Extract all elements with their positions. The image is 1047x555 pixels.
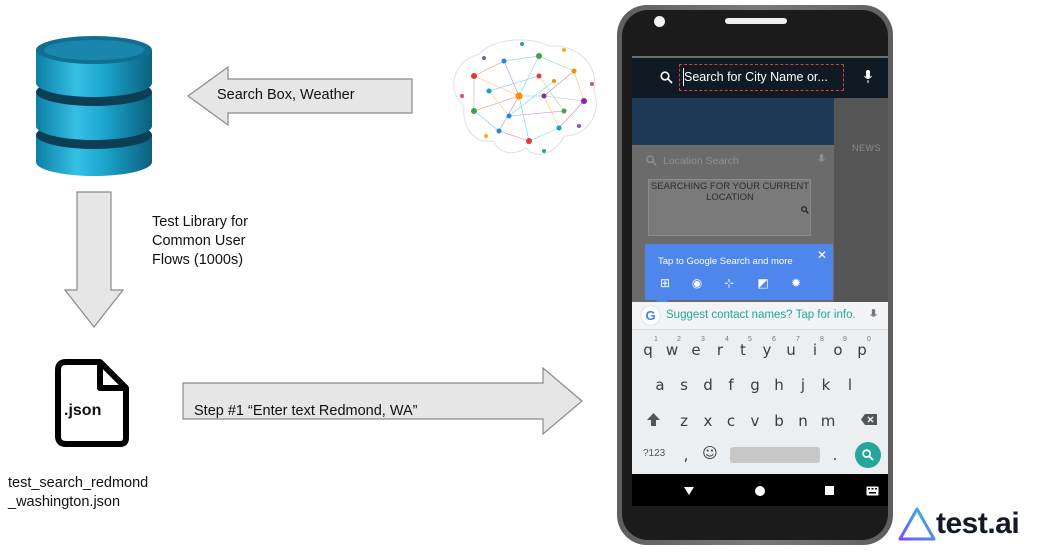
database-icon xyxy=(36,36,152,176)
json-filename-line-2: _washington.json xyxy=(8,494,121,510)
arrow-right-shape xyxy=(182,366,583,436)
json-filename-line-1: test_search_redmond xyxy=(8,475,149,491)
shift-icon[interactable] xyxy=(646,412,661,427)
symbols-key[interactable]: ?123 xyxy=(643,448,665,459)
key-s[interactable]: s xyxy=(674,376,694,394)
backspace-icon[interactable] xyxy=(860,413,878,426)
testai-brand-name: test.ai xyxy=(936,507,1020,540)
screenshot-select-icon[interactable]: ◩ xyxy=(756,276,770,290)
app-side-panel xyxy=(834,98,888,308)
key-comma[interactable]: , xyxy=(676,446,696,464)
location-mic-icon xyxy=(818,154,825,162)
home-icon[interactable] xyxy=(755,486,765,496)
emoji-icon[interactable]: ☺ xyxy=(700,444,720,462)
target-highlight-box xyxy=(679,64,844,91)
front-camera xyxy=(654,16,665,27)
key-d[interactable]: d xyxy=(698,376,718,394)
key-w[interactable]: w xyxy=(662,341,682,359)
searching-location-text: SEARCHING FOR YOUR CURRENT LOCATION xyxy=(650,181,810,203)
palette-icon[interactable]: ◉ xyxy=(690,276,704,290)
location-search-icon xyxy=(646,155,657,166)
key-l[interactable]: l xyxy=(840,376,860,394)
step-label: Step #1 “Enter text Redmond, WA” xyxy=(194,403,418,419)
search-icon[interactable] xyxy=(660,71,673,84)
recents-icon[interactable] xyxy=(825,486,834,495)
key-i[interactable]: i xyxy=(805,341,825,359)
key-g[interactable]: g xyxy=(745,376,765,394)
json-file-ext-label: .json xyxy=(64,402,102,419)
news-tab-label: NEWS xyxy=(852,143,881,153)
translate-icon[interactable]: ⊞ xyxy=(658,276,672,290)
key-a[interactable]: a xyxy=(650,376,670,394)
gear-icon[interactable]: ✹ xyxy=(789,276,803,290)
key-j[interactable]: j xyxy=(793,376,813,394)
earpiece-speaker xyxy=(725,18,787,24)
key-q[interactable]: q xyxy=(638,341,658,359)
testai-logo-icon xyxy=(898,507,936,541)
text-cursor-icon[interactable]: ⊹ xyxy=(722,276,736,290)
close-icon[interactable]: ✕ xyxy=(817,248,827,262)
brain-network-icon xyxy=(453,39,597,155)
app-header-band xyxy=(632,98,834,145)
test-library-label: Test Library for Common User Flows (1000… xyxy=(152,213,248,270)
key-period[interactable]: . xyxy=(825,446,845,464)
key-t[interactable]: t xyxy=(733,341,753,359)
go-search-icon xyxy=(862,449,874,461)
space-key[interactable] xyxy=(730,447,820,463)
keyboard-switch-icon[interactable] xyxy=(866,486,879,496)
key-v[interactable]: v xyxy=(745,412,765,430)
search-go-button[interactable] xyxy=(855,442,881,468)
google-search-popup[interactable] xyxy=(645,244,833,300)
keyboard-mic-icon[interactable] xyxy=(870,309,877,321)
key-n[interactable]: n xyxy=(793,412,813,430)
key-z[interactable]: z xyxy=(674,412,694,430)
google-popup-text: Tap to Google Search and more xyxy=(658,256,793,267)
test-library-line-2: Common User xyxy=(152,233,246,249)
key-b[interactable]: b xyxy=(769,412,789,430)
key-o[interactable]: o xyxy=(828,341,848,359)
contact-suggestion-text[interactable]: Suggest contact names? Tap for info. xyxy=(666,309,856,321)
key-k[interactable]: k xyxy=(816,376,836,394)
test-library-line-1: Test Library for xyxy=(152,214,248,230)
mic-icon[interactable] xyxy=(864,70,872,84)
key-f[interactable]: f xyxy=(721,376,741,394)
json-filename-label: test_search_redmond _washington.json xyxy=(8,474,148,512)
key-x[interactable]: x xyxy=(698,412,718,430)
key-u[interactable]: u xyxy=(781,341,801,359)
location-search-label: Location Search xyxy=(663,155,739,167)
search-box-weather-label: Search Box, Weather xyxy=(217,87,355,103)
key-y[interactable]: y xyxy=(757,341,777,359)
searching-search-icon xyxy=(801,206,809,214)
test-library-line-3: Flows (1000s) xyxy=(152,252,244,268)
key-p[interactable]: p xyxy=(852,341,872,359)
key-e[interactable]: e xyxy=(686,341,706,359)
key-r[interactable]: r xyxy=(710,341,730,359)
key-h[interactable]: h xyxy=(769,376,789,394)
back-icon[interactable] xyxy=(684,486,694,496)
key-m[interactable]: m xyxy=(818,412,838,430)
arrow-down-shape xyxy=(63,191,125,328)
key-c[interactable]: c xyxy=(721,412,741,430)
google-g-icon[interactable]: G xyxy=(641,306,660,325)
